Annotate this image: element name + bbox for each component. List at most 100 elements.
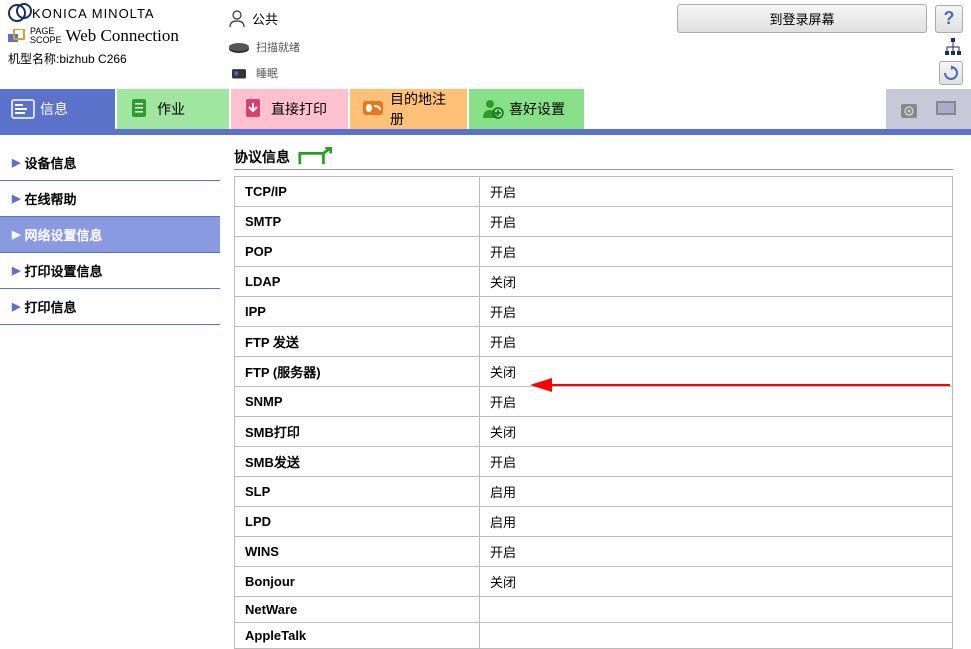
protocol-name: SLP — [235, 477, 480, 507]
pref-icon — [479, 96, 505, 122]
tab-print-label: 直接打印 — [271, 99, 327, 119]
sidebar-label: 设备信息 — [24, 153, 76, 172]
tab-bar: 信息 作业 直接打印 目的地注册 喜好设置 — [0, 89, 971, 129]
tab-job-label: 作业 — [157, 99, 185, 119]
settings-icon — [899, 96, 929, 122]
chevron-right-icon: ▶ — [12, 300, 20, 313]
scanner-icon — [228, 40, 250, 54]
protocol-name: SMTP — [235, 207, 480, 237]
web-connection-label: Web Connection — [66, 26, 179, 46]
protocol-status — [480, 623, 953, 649]
protocol-status — [480, 597, 953, 623]
table-row: WINS开启 — [235, 537, 953, 567]
protocol-name: FTP 发送 — [235, 327, 480, 357]
table-row: IPP开启 — [235, 297, 953, 327]
table-row: LDAP关闭 — [235, 267, 953, 297]
model-label: 机型名称:bizhub C266 — [8, 50, 228, 67]
table-row: FTP (服务器)关闭 — [235, 357, 953, 387]
table-row: LPD启用 — [235, 507, 953, 537]
user-label: 公共 — [252, 9, 278, 28]
dest-icon — [360, 96, 386, 122]
main-title: 协议信息 — [234, 147, 290, 167]
login-button[interactable]: 到登录屏幕 — [677, 4, 927, 33]
protocol-status: 开启 — [480, 447, 953, 477]
table-row: AppleTalk — [235, 623, 953, 649]
protocol-name: FTP (服务器) — [235, 357, 480, 387]
chevron-right-icon: ▶ — [12, 228, 20, 241]
protocol-name: IPP — [235, 297, 480, 327]
sitemap-icon[interactable] — [943, 37, 963, 57]
tab-pref[interactable]: 喜好设置 — [469, 89, 584, 129]
user-icon — [228, 10, 246, 28]
tab-print[interactable]: 直接打印 — [231, 89, 348, 129]
tab-job[interactable]: 作业 — [117, 89, 229, 129]
protocol-name: WINS — [235, 537, 480, 567]
protocol-status: 开启 — [480, 237, 953, 267]
protocol-status: 开启 — [480, 327, 953, 357]
table-row: POP开启 — [235, 237, 953, 267]
tab-info[interactable]: 信息 — [0, 89, 115, 129]
sidebar-item-print-info[interactable]: ▶ 打印信息 — [0, 289, 220, 325]
table-row: SMTP开启 — [235, 207, 953, 237]
tab-tools[interactable] — [886, 89, 971, 129]
protocol-name: SMB发送 — [235, 447, 480, 477]
subbrand-scope: SCOPE — [30, 36, 62, 45]
job-icon — [127, 96, 153, 122]
chevron-right-icon: ▶ — [12, 264, 20, 277]
protocol-status: 关闭 — [480, 267, 953, 297]
help-button[interactable]: ? — [935, 5, 963, 33]
logo-section: KONICA MINOLTA PAGE SCOPE Web Connection… — [8, 4, 228, 67]
sidebar-label: 在线帮助 — [24, 189, 76, 208]
table-row: SMB发送开启 — [235, 447, 953, 477]
tab-info-label: 信息 — [40, 99, 68, 119]
protocol-name: LDAP — [235, 267, 480, 297]
tab-dest-label: 目的地注册 — [390, 89, 457, 129]
tab-pref-label: 喜好设置 — [509, 99, 565, 119]
protocol-name: Bonjour — [235, 567, 480, 597]
sidebar: ▶ 设备信息 ▶ 在线帮助 ▶ 网络设置信息 ▶ 打印设置信息 ▶ 打印信息 — [0, 135, 220, 649]
tab-dest[interactable]: 目的地注册 — [350, 89, 467, 129]
sidebar-label: 打印设置信息 — [24, 261, 102, 280]
status-sleep: 睡眠 — [256, 65, 278, 81]
protocol-status: 关闭 — [480, 417, 953, 447]
protocol-name: LPD — [235, 507, 480, 537]
sidebar-label: 网络设置信息 — [24, 225, 102, 244]
protocol-status: 开启 — [480, 297, 953, 327]
printer-sleep-icon — [228, 66, 250, 80]
protocol-name: AppleTalk — [235, 623, 480, 649]
protocol-status: 开启 — [480, 537, 953, 567]
protocol-status: 开启 — [480, 207, 953, 237]
table-row: Bonjour关闭 — [235, 567, 953, 597]
pagescope-icon — [8, 29, 26, 43]
protocol-status: 启用 — [480, 477, 953, 507]
chevron-right-icon: ▶ — [12, 156, 20, 169]
protocol-status: 开启 — [480, 387, 953, 417]
protocol-status: 关闭 — [480, 567, 953, 597]
protocol-name: NetWare — [235, 597, 480, 623]
status-scan-ready: 扫描就绪 — [256, 39, 300, 55]
refresh-button[interactable] — [939, 61, 963, 85]
print-icon — [241, 96, 267, 122]
protocol-status: 开启 — [480, 177, 953, 207]
sidebar-item-network-settings[interactable]: ▶ 网络设置信息 — [0, 217, 220, 253]
protocol-status: 启用 — [480, 507, 953, 537]
table-row: TCP/IP开启 — [235, 177, 953, 207]
table-row: SMB打印关闭 — [235, 417, 953, 447]
brand-text: KONICA MINOLTA — [32, 6, 155, 21]
table-row: SNMP开启 — [235, 387, 953, 417]
popup-arrow-icon[interactable] — [298, 147, 338, 167]
display-icon — [933, 96, 959, 122]
sidebar-item-online-help[interactable]: ▶ 在线帮助 — [0, 181, 220, 217]
brand-icon — [8, 4, 26, 22]
chevron-right-icon: ▶ — [12, 192, 20, 205]
protocol-status: 关闭 — [480, 357, 953, 387]
protocol-name: SNMP — [235, 387, 480, 417]
table-row: NetWare — [235, 597, 953, 623]
sidebar-item-print-settings[interactable]: ▶ 打印设置信息 — [0, 253, 220, 289]
protocol-name: TCP/IP — [235, 177, 480, 207]
table-row: SLP启用 — [235, 477, 953, 507]
protocol-table: TCP/IP开启SMTP开启POP开启LDAP关闭IPP开启FTP 发送开启FT… — [234, 176, 953, 649]
sidebar-item-device-info[interactable]: ▶ 设备信息 — [0, 145, 220, 181]
sidebar-label: 打印信息 — [24, 297, 76, 316]
main-content: 协议信息 TCP/IP开启SMTP开启POP开启LDAP关闭IPP开启FTP 发… — [220, 135, 971, 649]
